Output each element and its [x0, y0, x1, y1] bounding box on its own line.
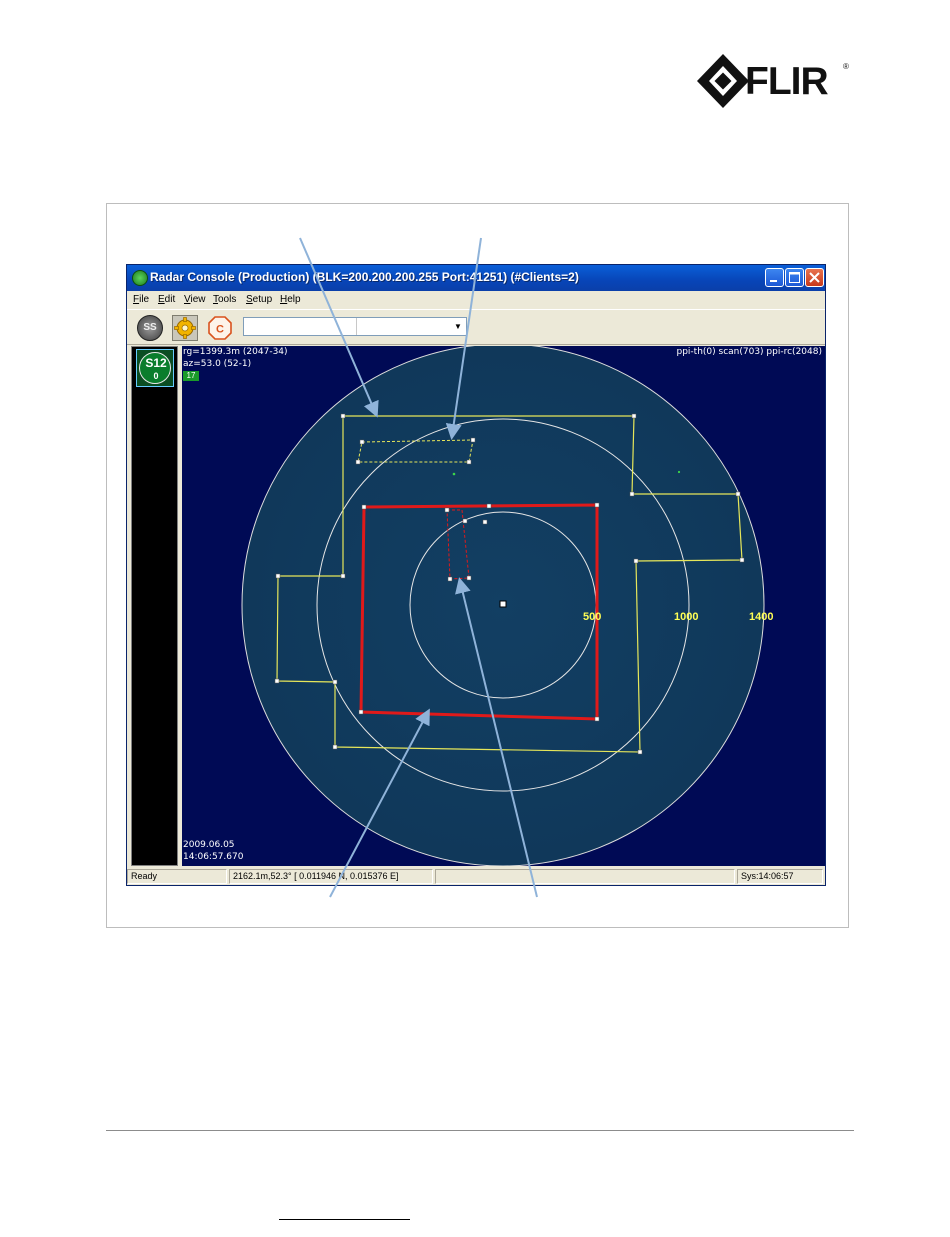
flir-wordmark: FLIR	[745, 60, 829, 103]
ring-label-500: 500	[583, 611, 602, 623]
footer-link-underline	[279, 1219, 410, 1220]
radar-blip	[452, 472, 456, 476]
sensor-pane: S12 0	[131, 346, 178, 866]
menu-bar: File Edit View Tools Setup Help	[127, 291, 825, 309]
track-combo[interactable]: ▼	[243, 317, 467, 336]
menu-file[interactable]: File	[133, 294, 149, 305]
title-bar[interactable]: Radar Console (Production) (BLK=200.200.…	[127, 265, 825, 291]
radar-center-marker	[499, 600, 507, 608]
sensor-badge[interactable]: S12 0	[136, 349, 174, 387]
status-state: Ready	[127, 869, 227, 884]
radar-ppi-display[interactable]: rg=1399.3m (2047-34) az=53.0 (52-1) 17 p…	[182, 346, 825, 866]
toolbar: SS C ▼	[127, 309, 825, 345]
c-button[interactable]: C	[207, 315, 233, 341]
chevron-down-icon[interactable]: ▼	[451, 319, 465, 334]
ring-label-1000: 1000	[674, 611, 699, 623]
flir-diamond-icon	[697, 54, 749, 108]
menu-view[interactable]: View	[184, 294, 206, 305]
status-cursor-readout: 2162.1m,52.3° [ 0.011946 N, 0.015376 E]	[229, 869, 433, 884]
c-octagon-icon: C	[208, 316, 232, 340]
radar-console-window: Radar Console (Production) (BLK=200.200.…	[126, 264, 826, 886]
radar-blip	[677, 470, 681, 474]
ring-label-1400: 1400	[749, 611, 774, 623]
menu-edit[interactable]: Edit	[158, 294, 175, 305]
status-bar: Ready 2162.1m,52.3° [ 0.011946 N, 0.0153…	[127, 868, 825, 885]
close-icon	[809, 272, 820, 283]
minimize-button[interactable]	[765, 268, 784, 287]
close-button[interactable]	[805, 268, 824, 287]
gear-icon	[174, 317, 196, 339]
combo-separator	[356, 318, 357, 335]
status-empty-panel	[435, 869, 735, 884]
maximize-button[interactable]	[785, 268, 804, 287]
maximize-icon	[789, 272, 800, 283]
menu-setup[interactable]: Setup	[246, 294, 272, 305]
track-count-tag: 17	[183, 371, 199, 381]
status-sys-time: Sys:14:06:57	[737, 869, 823, 884]
menu-tools[interactable]: Tools	[213, 294, 236, 305]
azimuth-readout: az=53.0 (52-1)	[183, 359, 252, 369]
window-title: Radar Console (Production) (BLK=200.200.…	[150, 270, 579, 284]
sensor-badge-value: 0	[153, 371, 159, 381]
range-readout: rg=1399.3m (2047-34)	[183, 347, 288, 357]
registered-mark: ®	[843, 62, 849, 71]
settings-button[interactable]	[172, 315, 198, 341]
scan-info: ppi-th(0) scan(703) ppi-rc(2048)	[676, 347, 823, 357]
minimize-icon	[770, 280, 777, 282]
flir-logo: FLIR ®	[697, 54, 853, 108]
display-date: 2009.06.05	[183, 840, 235, 850]
sensor-badge-dial: S12 0	[139, 352, 171, 384]
display-time: 14:06:57.670	[183, 852, 244, 862]
radar-scope[interactable]	[182, 346, 825, 866]
menu-help[interactable]: Help	[280, 294, 301, 305]
app-icon	[132, 270, 148, 286]
ss-button[interactable]: SS	[137, 315, 163, 341]
sensor-badge-label: S12	[145, 356, 167, 370]
footer-rule	[106, 1130, 854, 1131]
c-button-label: C	[216, 324, 224, 336]
